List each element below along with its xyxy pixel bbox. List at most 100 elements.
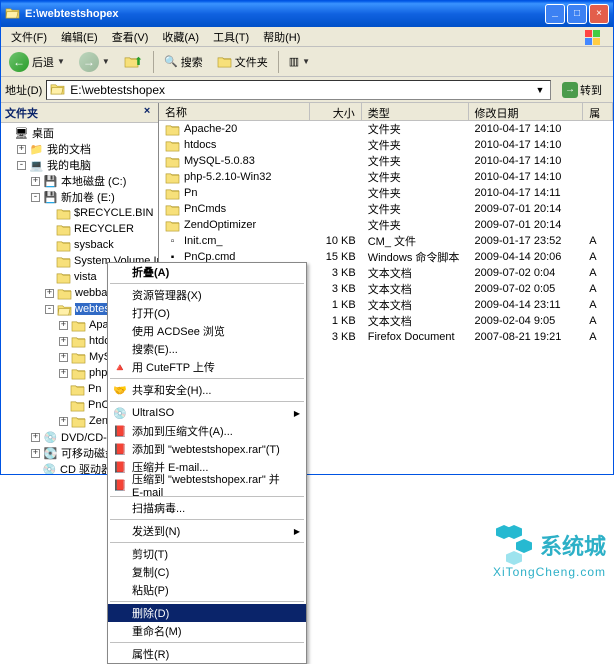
tree-node[interactable]: RECYCLER — [1, 221, 158, 237]
menu-view[interactable]: 查看(V) — [106, 27, 155, 47]
col-name[interactable]: 名称 — [159, 103, 310, 120]
tree-node[interactable]: sysback — [1, 237, 158, 253]
expand-toggle[interactable]: - — [45, 305, 54, 314]
context-menu-item[interactable]: 发送到(N) — [108, 522, 306, 540]
context-menu-item[interactable]: 资源管理器(X) — [108, 286, 306, 304]
file-row[interactable]: Apache-20文件夹2010-04-17 14:10 — [159, 121, 613, 137]
menubar: 文件(F) 编辑(E) 查看(V) 收藏(A) 工具(T) 帮助(H) — [1, 27, 613, 47]
file-row[interactable]: ▫Init.cm_10 KBCM_ 文件2009-01-17 23:52A — [159, 233, 613, 249]
file-row[interactable]: php-5.2.10-Win32文件夹2010-04-17 14:10 — [159, 169, 613, 185]
context-menu-item[interactable]: 🤝共享和安全(H)... — [108, 381, 306, 399]
file-attr: A — [583, 267, 613, 279]
context-menu-item[interactable]: 删除(D) — [108, 604, 306, 622]
context-menu-item[interactable]: 属性(R) — [108, 645, 306, 663]
col-type[interactable]: 类型 — [362, 103, 469, 120]
file-size: 3 KB — [310, 267, 362, 279]
folder-icon — [165, 170, 180, 184]
context-menu-item[interactable]: 折叠(A) — [108, 263, 306, 281]
context-menu-item[interactable]: 打开(O) — [108, 304, 306, 322]
address-input[interactable]: E:\webtestshopex ▼ — [46, 80, 551, 100]
context-menu-label: 剪切(T) — [132, 546, 168, 562]
file-type: 文本文档 — [362, 297, 469, 313]
context-menu-label: 共享和安全(H)... — [132, 382, 211, 398]
forward-button[interactable]: →▼ — [75, 50, 114, 74]
menu-file[interactable]: 文件(F) — [5, 27, 53, 47]
tree-node[interactable]: -💻我的电脑 — [1, 157, 158, 173]
file-type: 文件夹 — [362, 169, 469, 185]
col-size[interactable]: 大小 — [310, 103, 362, 120]
expand-toggle[interactable]: - — [31, 193, 40, 202]
tree-node[interactable]: -💾新加卷 (E:) — [1, 189, 158, 205]
context-menu-item[interactable]: 重命名(M) — [108, 622, 306, 640]
context-menu-item[interactable]: 🔺用 CuteFTP 上传 — [108, 358, 306, 376]
file-attr: A — [583, 315, 613, 327]
folder-icon — [71, 366, 86, 380]
tree-node[interactable]: 🖥桌面 — [1, 125, 158, 141]
context-menu-item[interactable]: 复制(C) — [108, 563, 306, 581]
col-attr[interactable]: 属性 — [583, 103, 613, 120]
file-size: 15 KB — [310, 251, 362, 263]
tree-close-button[interactable]: × — [140, 106, 154, 120]
address-label: 地址(D) — [5, 82, 42, 98]
menu-favorites[interactable]: 收藏(A) — [156, 27, 205, 47]
expand-toggle[interactable]: + — [45, 289, 54, 298]
folder-icon — [50, 82, 66, 98]
context-menu-item[interactable]: 搜索(E)... — [108, 340, 306, 358]
expand-toggle[interactable]: + — [31, 433, 40, 442]
file-size: 1 KB — [310, 315, 362, 327]
expand-toggle[interactable]: + — [59, 417, 68, 426]
expand-toggle[interactable]: - — [17, 161, 26, 170]
back-button[interactable]: ←后退▼ — [5, 50, 69, 74]
folder-icon — [56, 254, 71, 268]
tree-node[interactable]: +📁我的文档 — [1, 141, 158, 157]
folder-icon — [71, 350, 86, 364]
up-button[interactable]: ⬆ — [120, 53, 147, 70]
menu-tools[interactable]: 工具(T) — [207, 27, 255, 47]
context-menu-label: 粘贴(P) — [132, 582, 169, 598]
context-menu-item[interactable]: 📕压缩到 "webtestshopex.rar" 并 E-mail — [108, 476, 306, 494]
search-button[interactable]: 🔍搜索 — [160, 52, 207, 72]
file-attr: A — [583, 283, 613, 295]
close-button[interactable]: × — [589, 4, 609, 24]
context-menu-item[interactable]: 📕添加到压缩文件(A)... — [108, 422, 306, 440]
maximize-button[interactable]: □ — [567, 4, 587, 24]
menu-edit[interactable]: 编辑(E) — [55, 27, 104, 47]
views-button[interactable]: ▥▼ — [285, 53, 314, 70]
folders-button[interactable]: 文件夹 — [213, 52, 272, 72]
expand-toggle[interactable]: + — [59, 369, 68, 378]
titlebar[interactable]: E:\webtestshopex _ □ × — [1, 1, 613, 27]
address-dropdown[interactable]: ▼ — [533, 85, 547, 95]
context-menu-item[interactable]: 💿UltraISO — [108, 404, 306, 422]
file-type: 文本文档 — [362, 281, 469, 297]
expand-toggle[interactable]: + — [31, 177, 40, 186]
file-row[interactable]: ZendOptimizer文件夹2009-07-01 20:14 — [159, 217, 613, 233]
menu-help[interactable]: 帮助(H) — [257, 27, 306, 47]
expand-toggle[interactable]: + — [17, 145, 26, 154]
expand-toggle[interactable]: + — [31, 449, 40, 458]
folder-icon — [56, 270, 71, 284]
explorer-window: E:\webtestshopex _ □ × 文件(F) 编辑(E) 查看(V)… — [0, 0, 614, 475]
context-menu-item[interactable]: 扫描病毒... — [108, 499, 306, 517]
file-name: MySQL-5.0.83 — [184, 155, 255, 167]
expand-toggle[interactable]: + — [59, 321, 68, 330]
expand-toggle[interactable]: + — [59, 353, 68, 362]
file-row[interactable]: Pn文件夹2010-04-17 14:11 — [159, 185, 613, 201]
context-menu-item[interactable]: 剪切(T) — [108, 545, 306, 563]
col-modified[interactable]: 修改日期 — [469, 103, 584, 120]
file-row[interactable]: MySQL-5.0.83文件夹2010-04-17 14:10 — [159, 153, 613, 169]
file-row[interactable]: htdocs文件夹2010-04-17 14:10 — [159, 137, 613, 153]
folder-icon — [70, 382, 85, 396]
context-menu-label: 发送到(N) — [132, 523, 180, 539]
tree-node[interactable]: +💾本地磁盘 (C:) — [1, 173, 158, 189]
context-menu-item[interactable]: 📕添加到 "webtestshopex.rar"(T) — [108, 440, 306, 458]
context-menu-item[interactable]: 粘贴(P) — [108, 581, 306, 599]
go-button[interactable]: →转到 — [555, 79, 609, 101]
context-menu-item[interactable]: 使用 ACDSee 浏览 — [108, 322, 306, 340]
context-menu-label: 折叠(A) — [132, 264, 169, 280]
file-type: 文件夹 — [362, 153, 469, 169]
minimize-button[interactable]: _ — [545, 4, 565, 24]
tree-node[interactable]: $RECYCLE.BIN — [1, 205, 158, 221]
expand-toggle[interactable]: + — [59, 337, 68, 346]
file-row[interactable]: PnCmds文件夹2009-07-01 20:14 — [159, 201, 613, 217]
cdrw-icon: 💿 — [43, 430, 58, 444]
